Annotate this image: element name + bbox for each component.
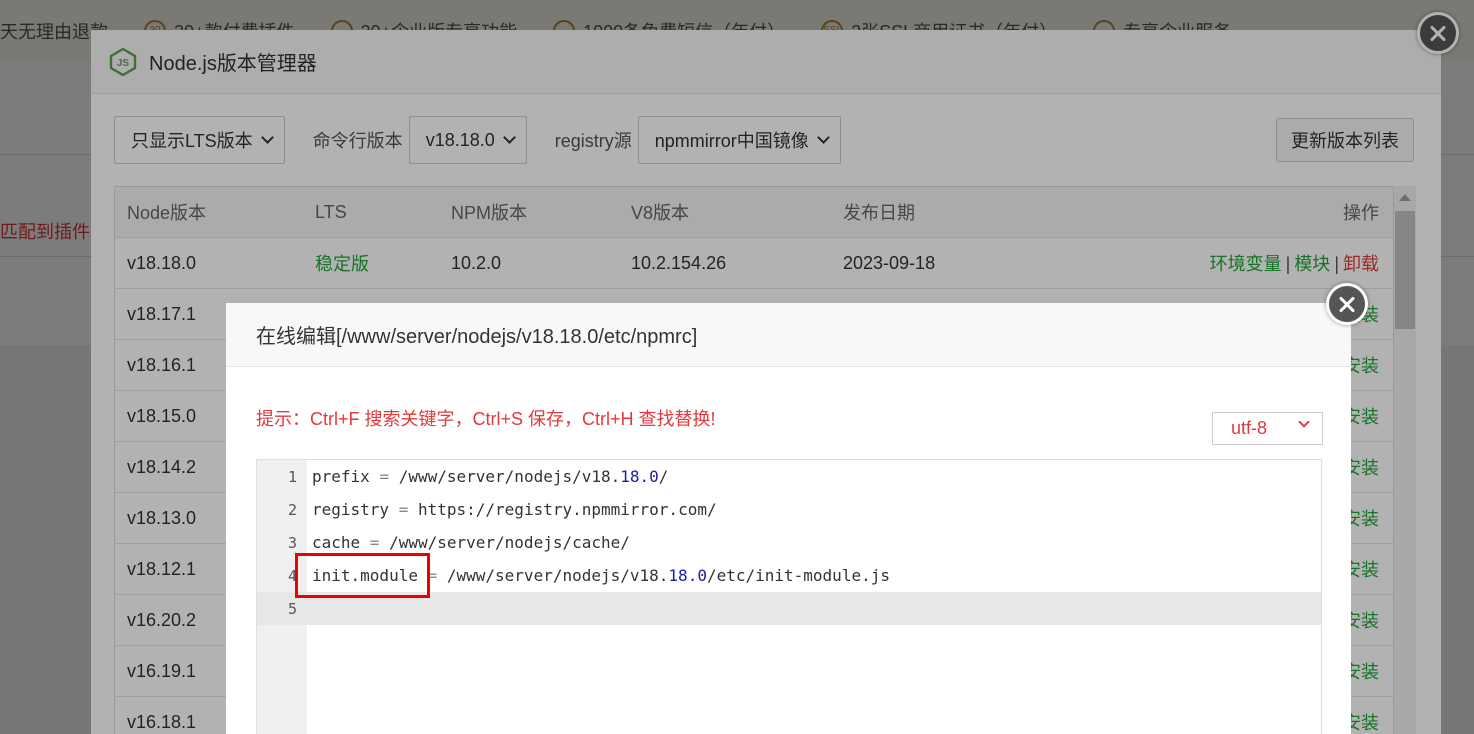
line-number: 4 [287,566,297,585]
code-token: https://registry.npmmirror.com/ [408,500,717,519]
code-token: cache [312,533,370,552]
code-token: = [398,500,409,519]
highlight-box [295,553,430,598]
code-text: cache = /www/server/nodejs/cache/ [312,533,630,552]
chevron-down-icon [1298,416,1310,428]
encoding-value: utf-8 [1231,418,1268,438]
code-token: /www/server/nodejs/v18. [389,467,621,486]
code-line: 2 registry = https://registry.npmmirror.c… [257,493,1321,526]
line-number: 2 [287,500,297,519]
line-number: 1 [287,467,297,486]
code-token: 18.0 [620,467,659,486]
shortcut-tip: 提示：Ctrl+F 搜索关键字，Ctrl+S 保存，Ctrl+H 查找替换! [256,409,716,429]
code-token: /www/server/nodejs/cache/ [379,533,630,552]
code-token: = [369,533,380,552]
code-text: registry = https://registry.npmmirror.co… [312,500,717,519]
code-token: 18.0 [668,566,707,585]
close-icon[interactable] [1326,283,1368,325]
editor-title: 在线编辑[/www/server/nodejs/v18.18.0/etc/npm… [226,303,1351,367]
online-editor-dialog: 在线编辑[/www/server/nodejs/v18.18.0/etc/npm… [226,303,1351,734]
code-text: prefix = /www/server/nodejs/v18.18.0/ [312,467,668,486]
line-number: 3 [287,533,297,552]
line-number: 5 [287,599,297,618]
code-token: = [379,467,390,486]
code-token: / [658,467,669,486]
code-line: 1 prefix = /www/server/nodejs/v18.18.0/ [257,460,1321,493]
code-token: /www/server/nodejs/v18. [437,566,669,585]
code-token: prefix [312,467,380,486]
code-token: registry [312,500,399,519]
code-token: /etc/init-module.js [706,566,890,585]
encoding-select[interactable]: utf-8 [1212,412,1323,445]
